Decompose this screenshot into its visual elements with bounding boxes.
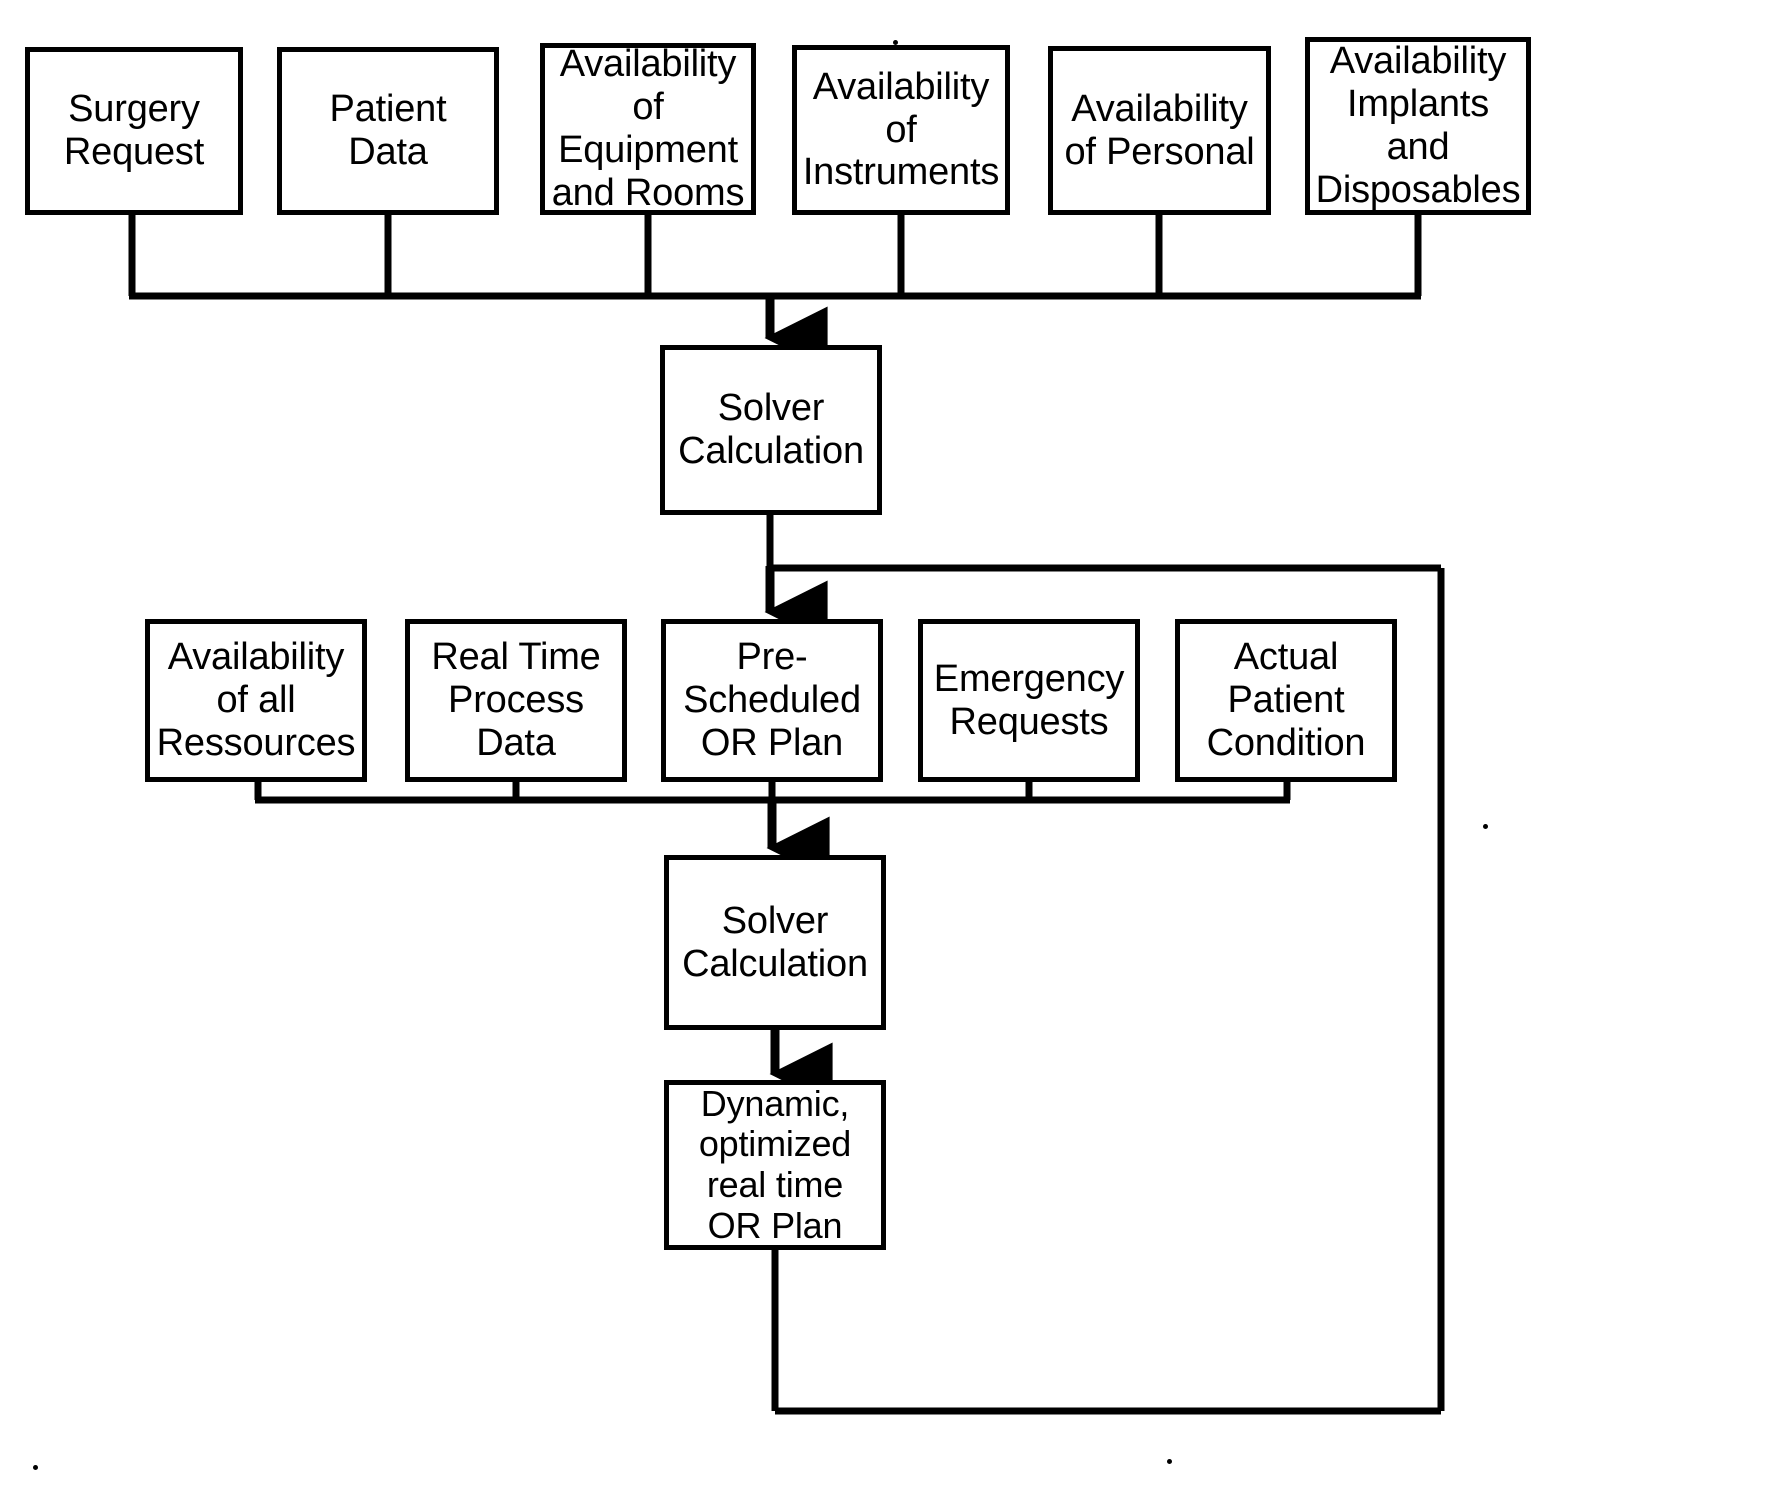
node-availability-instruments[interactable]: Availability of Instruments [792,45,1010,215]
node-surgery-request[interactable]: Surgery Request [25,47,243,215]
node-emergency-requests[interactable]: Emergency Requests [918,619,1140,782]
node-pre-scheduled-or-plan[interactable]: Pre- Scheduled OR Plan [661,619,883,782]
node-label: Availability of Equipment and Rooms [551,43,745,214]
scan-speck [33,1465,38,1470]
node-real-time-process-data[interactable]: Real Time Process Data [405,619,627,782]
node-label: Patient Data [329,88,447,173]
node-label: Pre- Scheduled OR Plan [683,636,861,764]
flow-diagram: Surgery Request Patient Data Availabilit… [0,0,1766,1509]
node-availability-equipment-rooms[interactable]: Availability of Equipment and Rooms [540,43,756,215]
node-availability-personal[interactable]: Availability of Personal [1048,46,1271,215]
scan-speck [1167,1459,1172,1464]
node-dynamic-optimized-real-time-or-plan[interactable]: Dynamic, optimized real time OR Plan [664,1080,886,1250]
scan-speck [1483,824,1488,829]
node-label: Emergency Requests [933,657,1125,743]
node-solver-calculation-1[interactable]: Solver Calculation [660,345,882,515]
node-label: Availability of Instruments [802,65,1000,194]
node-label: Solver Calculation [682,899,868,985]
node-label: Solver Calculation [678,387,864,472]
node-label: Surgery Request [63,88,205,173]
node-label: Availability Implants and Disposables [1315,40,1521,211]
node-actual-patient-condition[interactable]: Actual Patient Condition [1175,619,1397,782]
node-label: Availability of all Ressources [156,636,356,764]
node-label: Real Time Process Data [431,636,601,764]
node-label: Actual Patient Condition [1206,636,1366,764]
node-availability-all-ressources[interactable]: Availability of all Ressources [145,619,367,782]
node-patient-data[interactable]: Patient Data [277,47,499,215]
node-availability-implants-disposables[interactable]: Availability Implants and Disposables [1305,37,1531,215]
node-label: Dynamic, optimized real time OR Plan [698,1082,852,1246]
node-label: Availability of Personal [1064,87,1255,173]
node-solver-calculation-2[interactable]: Solver Calculation [664,855,886,1030]
